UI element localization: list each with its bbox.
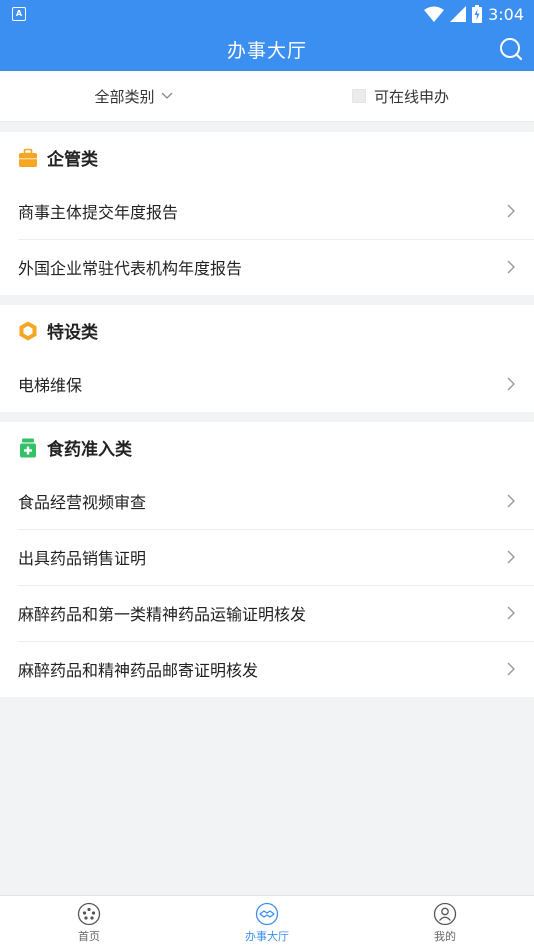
list-item[interactable]: 外国企业常驻代表机构年度报告 [0,239,534,295]
list-item-label: 食品经营视频审查 [18,493,147,512]
filter-bar: 全部类别 可在线申办 [0,71,534,122]
tab-home[interactable]: 首页 [0,896,178,950]
clock: 3:04 [488,4,524,24]
list-item[interactable]: 商事主体提交年度报告 [0,183,534,239]
online-checkbox[interactable] [351,89,366,103]
tab-service-hall-label: 办事大厅 [245,930,289,943]
wifi-icon [424,6,445,22]
list-item[interactable]: 电梯维保 [0,356,534,412]
chevron-right-icon [507,606,515,620]
list-item-label: 麻醉药品和第一类精神药品运输证明核发 [18,605,307,624]
section-special-equipment: 特设类 电梯维保 [0,305,534,412]
tab-mine-label: 我的 [434,930,456,943]
online-filter-label: 可在线申办 [373,87,449,106]
chevron-right-icon [507,494,515,508]
online-filter-toggle[interactable]: 可在线申办 [267,86,534,107]
status-bar: A 3:04 [0,0,534,28]
list-item-label: 外国企业常驻代表机构年度报告 [18,259,243,278]
list-item[interactable]: 出具药品销售证明 [0,529,534,585]
bottom-tab-bar: 首页 办事大厅 我的 [0,895,534,950]
list-item[interactable]: 食品经营视频审查 [0,473,534,529]
user-icon [433,902,457,926]
chevron-right-icon [507,260,515,274]
chevron-right-icon [507,662,515,676]
list-item-label: 电梯维保 [18,376,83,395]
section-header: 食药准入类 [0,422,534,473]
app-header: A 3:04 办事大厅 [0,0,534,71]
tab-mine[interactable]: 我的 [356,896,534,950]
list-item-label: 商事主体提交年度报告 [18,203,179,222]
list-item[interactable]: 麻醉药品和第一类精神药品运输证明核发 [0,585,534,641]
section-title: 特设类 [47,323,98,343]
search-icon[interactable] [498,36,524,62]
tab-service-hall[interactable]: 办事大厅 [178,896,356,950]
list-item[interactable]: 麻醉药品和精神药品邮寄证明核发 [0,641,534,697]
section-food-drug: 食药准入类 食品经营视频审查 出具药品销售证明 麻醉药品和第一类精神药品运输证明… [0,422,534,697]
category-dropdown[interactable]: 全部类别 [0,86,267,107]
hexagon-icon [19,321,37,340]
section-enterprise: 企管类 商事主体提交年度报告 外国企业常驻代表机构年度报告 [0,132,534,295]
section-title: 食药准入类 [47,440,132,460]
list-item-label: 麻醉药品和精神药品邮寄证明核发 [18,661,259,680]
category-dropdown-label: 全部类别 [94,87,155,106]
home-icon [77,902,101,926]
tab-home-label: 首页 [78,930,100,943]
chevron-right-icon [507,204,515,218]
signal-icon [450,6,467,22]
chevron-right-icon [507,550,515,564]
chevron-down-icon [161,92,172,99]
page-title: 办事大厅 [226,40,307,62]
app-notification-icon: A [12,7,26,21]
list-item-label: 出具药品销售证明 [18,549,147,568]
chevron-right-icon [507,377,515,391]
section-header: 特设类 [0,305,534,356]
handshake-icon [255,902,279,926]
battery-icon [472,5,483,23]
section-header: 企管类 [0,132,534,183]
briefcase-icon [19,148,37,167]
section-title: 企管类 [47,150,98,170]
title-bar: 办事大厅 [0,28,534,71]
medicine-bottle-icon [20,438,36,457]
